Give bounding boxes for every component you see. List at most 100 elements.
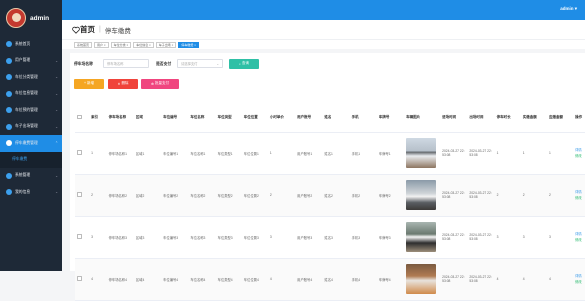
cell-idx: 3 (89, 216, 107, 259)
col-header: 车位名称 (188, 103, 216, 133)
sidebar-subitem-payment[interactable]: 停车缴费 (0, 151, 62, 168)
row-select[interactable] (75, 258, 90, 301)
content-panel: 停车场名称 停车场名称 是否支付 请选择支付 ⌄ ⌕ 查询 + 新增 ✕ 删除 ⊕ 批… (70, 53, 585, 301)
page-header: 首页 | 停车缴费 (62, 20, 585, 39)
cell-price: 4 (267, 258, 296, 301)
cell-due: 1 (546, 132, 574, 175)
cell-no: 车位编号1 (161, 132, 189, 175)
table-row[interactable]: 1 停车场名称1 区域1 车位编号1 车位名称1 车位类型1 车位位置1 1 用户账号1 姓名1 手… (75, 132, 585, 175)
col-header: 用户账号 (295, 103, 323, 133)
cell-lot: 停车场名称4 (106, 258, 134, 301)
search-button[interactable]: ⌕ 查询 (229, 59, 259, 69)
batch-pay-button-label: 批量支付 (154, 81, 169, 86)
select-all[interactable] (75, 103, 90, 133)
sidebar-item-profile[interactable]: 我的信息 ⌄ (0, 184, 62, 201)
cell-due: 4 (546, 258, 574, 301)
delete-button[interactable]: ✕ 删除 (108, 79, 138, 89)
sidebar-item-payment[interactable]: 停车缴费管理 ⌃ (0, 135, 62, 152)
cell-plate: 车牌号4 (376, 258, 405, 301)
col-header: 手机 (349, 103, 377, 133)
add-button[interactable]: + 新增 (74, 79, 104, 89)
search-icon: ⌕ (239, 61, 241, 66)
cell-out: 2024-03-27 22:53:08 (467, 258, 495, 301)
breadcrumb-separator: | (99, 26, 101, 33)
home-icon (6, 41, 12, 48)
sidebar-item-label: 车位信息管理 (15, 91, 38, 96)
profile-icon (6, 189, 12, 196)
sidebar-item-system[interactable]: 系统管理 ⌄ (0, 168, 62, 185)
cell-out: 2024-03-27 22:53:08 (467, 174, 495, 217)
col-header: 操作 (573, 103, 585, 133)
brand: admin (0, 0, 62, 36)
chevron-down-icon: ⌄ (55, 75, 58, 79)
tab-space-category[interactable]: 车位分类 × (110, 41, 132, 48)
checkbox[interactable] (77, 276, 82, 281)
cell-actions: 详情 修改 (573, 174, 585, 217)
cell-plate: 车牌号1 (376, 132, 405, 175)
paid-select[interactable]: 请选择支付 ⌄ (177, 59, 223, 68)
cell-image (404, 132, 441, 175)
col-header: 车位位置 (241, 103, 268, 133)
checkbox[interactable] (77, 150, 82, 155)
user-menu[interactable]: admin ▾ (560, 6, 577, 12)
table-row[interactable]: 2 停车场名称2 区域2 车位编号2 车位名称2 车位类型2 车位位置2 2 用户账号2 姓名2 手… (75, 174, 585, 217)
cell-loc: 车位位置3 (241, 216, 268, 259)
cell-due: 3 (546, 216, 574, 259)
sidebar-item-label: 车位预约管理 (15, 107, 38, 112)
checkbox[interactable] (77, 234, 82, 239)
sidebar-item-home[interactable]: 系统首页 (0, 36, 62, 53)
cell-loc: 车位位置1 (241, 132, 268, 175)
tab-space-info[interactable]: 车位信息 × (133, 41, 154, 48)
main-area: 首页 | 停车缴费 系统首页 用户 × 车位分类 × 车位信息 × 车子出场 ×… (62, 20, 585, 301)
checkbox[interactable] (77, 192, 82, 197)
edit-link[interactable]: 修改 (575, 279, 585, 285)
table-body: 1 停车场名称1 区域1 车位编号1 车位名称1 车位类型1 车位位置1 1 用户账号1 姓名1 手… (75, 132, 585, 301)
info-icon (6, 90, 12, 97)
cell-dur: 1 (494, 132, 521, 175)
lot-name-input[interactable]: 停车场名称 (103, 59, 149, 68)
cell-due: 2 (546, 174, 574, 217)
tab-users[interactable]: 用户 × (94, 41, 109, 48)
sidebar-item-space-info[interactable]: 车位信息管理 ⌄ (0, 86, 62, 103)
col-header: 实缴金额 (520, 103, 547, 133)
cell-plate: 车牌号3 (376, 216, 405, 259)
row-select[interactable] (75, 132, 90, 175)
table-row[interactable]: 3 停车场名称3 区域3 车位编号3 车位名称3 车位类型3 车位位置3 3 用户账号3 姓名3 手… (75, 216, 585, 259)
sidebar-item-users[interactable]: 用户管理 ⌄ (0, 53, 62, 70)
chevron-down-icon: ⌄ (55, 58, 58, 63)
sidebar-item-label: 我的信息 (15, 189, 31, 194)
edit-link[interactable]: 修改 (575, 195, 585, 201)
sidebar-item-label: 用户管理 (15, 58, 31, 63)
cell-dur: 4 (494, 258, 521, 301)
edit-link[interactable]: 修改 (575, 153, 585, 159)
cell-price: 2 (267, 174, 296, 217)
cell-no: 车位编号2 (161, 174, 189, 217)
tab-exit[interactable]: 车子出场 × (155, 41, 177, 48)
edit-link[interactable]: 修改 (575, 237, 585, 243)
row-select[interactable] (75, 216, 90, 259)
chevron-down-icon: ⌄ (55, 190, 58, 194)
cell-area: 区域4 (133, 258, 162, 301)
sidebar-item-label: 系统管理 (15, 173, 31, 178)
paid-label: 是否支付 (156, 62, 172, 66)
cell-person: 姓名4 (322, 258, 350, 301)
tab-bar: 系统首页 用户 × 车位分类 × 车位信息 × 车子出场 × 停车缴费 × (62, 39, 585, 49)
sidebar-item-exit[interactable]: 车子出场管理 ⌄ (0, 119, 62, 136)
tab-payment[interactable]: 停车缴费 × (178, 41, 199, 48)
breadcrumb-home[interactable]: 首页 (72, 24, 95, 35)
checkbox[interactable] (77, 114, 82, 119)
tab-home[interactable]: 系统首页 (74, 41, 93, 48)
cell-name: 车位名称1 (188, 132, 216, 175)
category-icon (6, 74, 12, 81)
batch-pay-button[interactable]: ⊕ 批量支付 (141, 79, 179, 89)
cell-name: 车位名称2 (188, 174, 216, 217)
cell-out: 2024-03-27 22:53:08 (467, 132, 495, 175)
sidebar-item-reservation[interactable]: 车位预约管理 ⌄ (0, 102, 62, 119)
cell-phone: 手机1 (349, 132, 377, 175)
col-header: 车位类型 (215, 103, 242, 133)
sidebar-item-space-category[interactable]: 车位分类管理 ⌄ (0, 69, 62, 86)
chevron-down-icon: ⌄ (55, 124, 58, 129)
row-select[interactable] (75, 174, 90, 217)
table-row[interactable]: 4 停车场名称4 区域4 车位编号4 车位名称4 车位类型4 车位位置4 4 用户账号4 姓名4 手… (75, 258, 585, 301)
cell-person: 姓名1 (322, 132, 350, 175)
